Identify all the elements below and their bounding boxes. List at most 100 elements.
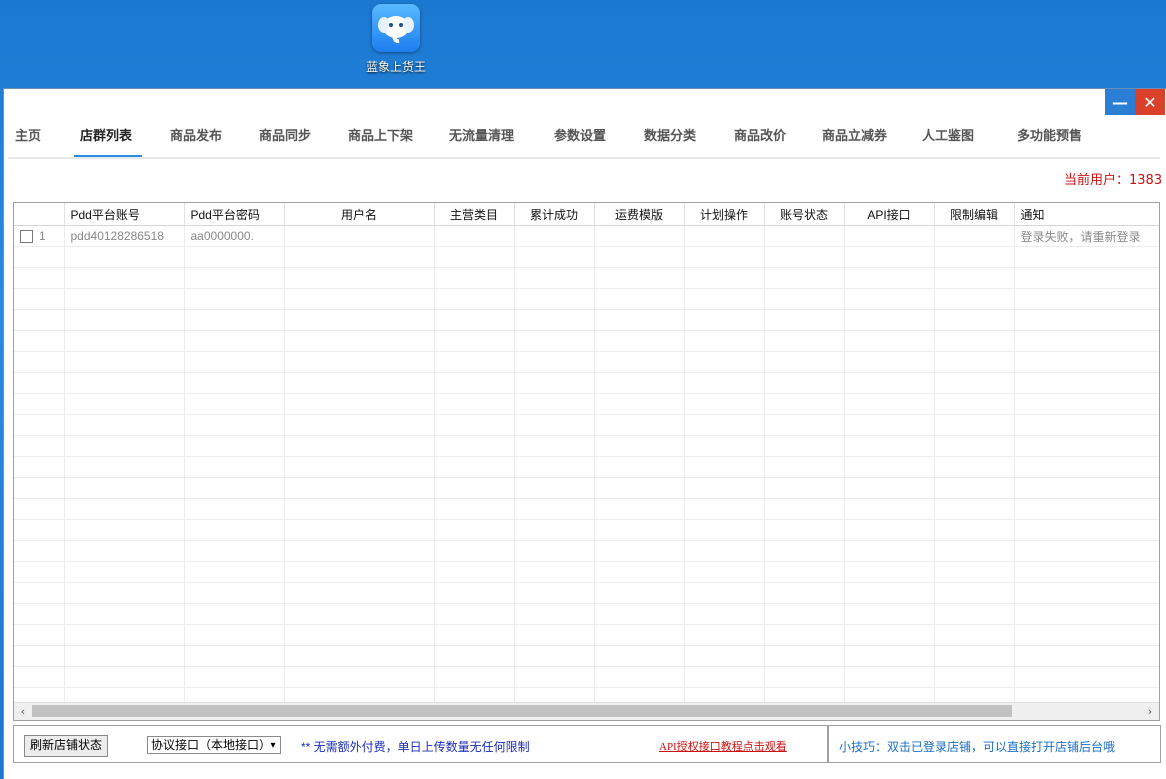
empty-cell <box>844 435 935 457</box>
category-cell[interactable] <box>434 225 515 247</box>
chevron-down-icon: ▾ <box>270 740 276 751</box>
empty-cell <box>1014 288 1159 310</box>
column-header-api[interactable]: API接口 <box>844 203 935 226</box>
tip-panel: 小技巧：双击已登录店铺，可以直接打开店铺后台哦 <box>828 725 1161 763</box>
column-header-password[interactable]: Pdd平台密码 <box>184 203 285 226</box>
empty-cell <box>934 309 1015 331</box>
row-checkbox[interactable] <box>20 230 33 244</box>
empty-cell <box>514 393 595 415</box>
tab-data-category[interactable]: 数据分类 <box>644 125 696 144</box>
scroll-left-icon[interactable]: ‹ <box>15 704 31 719</box>
column-header-success[interactable]: 累计成功 <box>514 203 595 226</box>
empty-cell <box>844 519 935 541</box>
empty-cell <box>184 624 285 646</box>
empty-cell <box>1014 372 1159 394</box>
tab-product-sync[interactable]: 商品同步 <box>259 125 311 144</box>
notice-cell[interactable]: 登录失败，请重新登录 <box>1014 225 1159 247</box>
scroll-right-icon[interactable]: › <box>1142 704 1158 719</box>
password-cell[interactable]: aa0000000. <box>184 225 285 247</box>
empty-cell <box>284 540 435 562</box>
tab-product-shelf[interactable]: 商品上下架 <box>348 125 413 144</box>
empty-cell <box>594 288 685 310</box>
plan-cell[interactable] <box>684 225 765 247</box>
tab-multi-presale[interactable]: 多功能预售 <box>1017 125 1082 144</box>
scrollbar-thumb[interactable] <box>32 705 1012 717</box>
close-button[interactable]: ✕ <box>1135 89 1165 115</box>
app-window: — ✕ 主页 店群列表 商品发布 商品同步 商品上下架 无流量清理 参数设置 数… <box>3 88 1166 779</box>
empty-cell <box>434 435 515 457</box>
empty-cell <box>64 582 185 604</box>
empty-cell <box>1014 561 1159 583</box>
empty-cell <box>514 414 595 436</box>
empty-cell <box>764 582 845 604</box>
empty-cell <box>434 477 515 499</box>
row-index: 1 <box>39 228 46 243</box>
account-cell[interactable]: pdd40128286518 <box>64 225 185 247</box>
column-header-select[interactable] <box>14 203 65 226</box>
column-header-plan[interactable]: 计划操作 <box>684 203 765 226</box>
empty-cell <box>934 414 1015 436</box>
success-cell[interactable] <box>514 225 595 247</box>
api-tutorial-link[interactable]: API授权接口教程点击观看 <box>659 738 787 754</box>
tab-no-traffic-cleanup[interactable]: 无流量清理 <box>449 125 514 144</box>
empty-cell <box>514 540 595 562</box>
empty-cell <box>934 393 1015 415</box>
freight-cell[interactable] <box>594 225 685 247</box>
status-cell[interactable] <box>764 225 845 247</box>
tab-product-publish[interactable]: 商品发布 <box>170 125 222 144</box>
empty-cell <box>1014 519 1159 541</box>
table-row[interactable]: 1 pdd40128286518 aa0000000. 登录失败，请重新登录 <box>14 225 1159 247</box>
api-cell[interactable] <box>844 225 935 247</box>
empty-cell <box>684 309 765 331</box>
username-cell[interactable] <box>284 225 435 247</box>
tab-discount-coupon[interactable]: 商品立减券 <box>822 125 887 144</box>
column-header-category[interactable]: 主营类目 <box>434 203 515 226</box>
tab-home[interactable]: 主页 <box>15 125 41 144</box>
empty-cell <box>64 351 185 373</box>
column-header-freight[interactable]: 运费模版 <box>594 203 685 226</box>
empty-cell <box>184 666 285 688</box>
empty-cell <box>684 540 765 562</box>
interface-select[interactable]: 协议接口（本地接口） ▾ <box>147 736 281 754</box>
refresh-store-status-button[interactable]: 刷新店铺状态 <box>24 735 109 757</box>
empty-cell <box>284 477 435 499</box>
row-select-cell[interactable]: 1 <box>14 225 65 247</box>
horizontal-scrollbar[interactable]: ‹ › <box>14 702 1159 720</box>
empty-cell <box>434 645 515 667</box>
column-header-status[interactable]: 账号状态 <box>764 203 845 226</box>
empty-cell <box>184 351 285 373</box>
empty-cell <box>14 288 65 310</box>
empty-table-row <box>14 456 1159 478</box>
empty-cell <box>684 645 765 667</box>
empty-cell <box>844 624 935 646</box>
empty-cell <box>64 561 185 583</box>
current-user-label: 当前用户：1383 <box>1064 173 1163 188</box>
empty-cell <box>1014 351 1159 373</box>
column-header-notice[interactable]: 通知 <box>1014 203 1159 226</box>
tab-price-change[interactable]: 商品改价 <box>734 125 786 144</box>
empty-cell <box>844 666 935 688</box>
tab-store-list[interactable]: 店群列表 <box>80 125 132 144</box>
empty-cell <box>594 582 685 604</box>
column-header-account[interactable]: Pdd平台账号 <box>64 203 185 226</box>
tab-manual-image-check[interactable]: 人工鉴图 <box>922 125 974 144</box>
empty-cell <box>594 477 685 499</box>
desktop-app-icon[interactable]: 蓝象上货王 <box>360 4 432 75</box>
column-header-username[interactable]: 用户名 <box>284 203 435 226</box>
empty-cell <box>844 561 935 583</box>
empty-cell <box>594 267 685 289</box>
tab-parameter-settings[interactable]: 参数设置 <box>554 125 606 144</box>
empty-cell <box>434 666 515 688</box>
column-header-limit[interactable]: 限制编辑 <box>934 203 1015 226</box>
empty-cell <box>1014 540 1159 562</box>
empty-cell <box>514 351 595 373</box>
empty-cell <box>844 288 935 310</box>
empty-cell <box>184 540 285 562</box>
empty-cell <box>514 267 595 289</box>
minimize-button[interactable]: — <box>1105 89 1135 115</box>
empty-cell <box>764 414 845 436</box>
empty-cell <box>844 582 935 604</box>
limit-cell[interactable] <box>934 225 1015 247</box>
empty-cell <box>934 351 1015 373</box>
empty-cell <box>764 561 845 583</box>
